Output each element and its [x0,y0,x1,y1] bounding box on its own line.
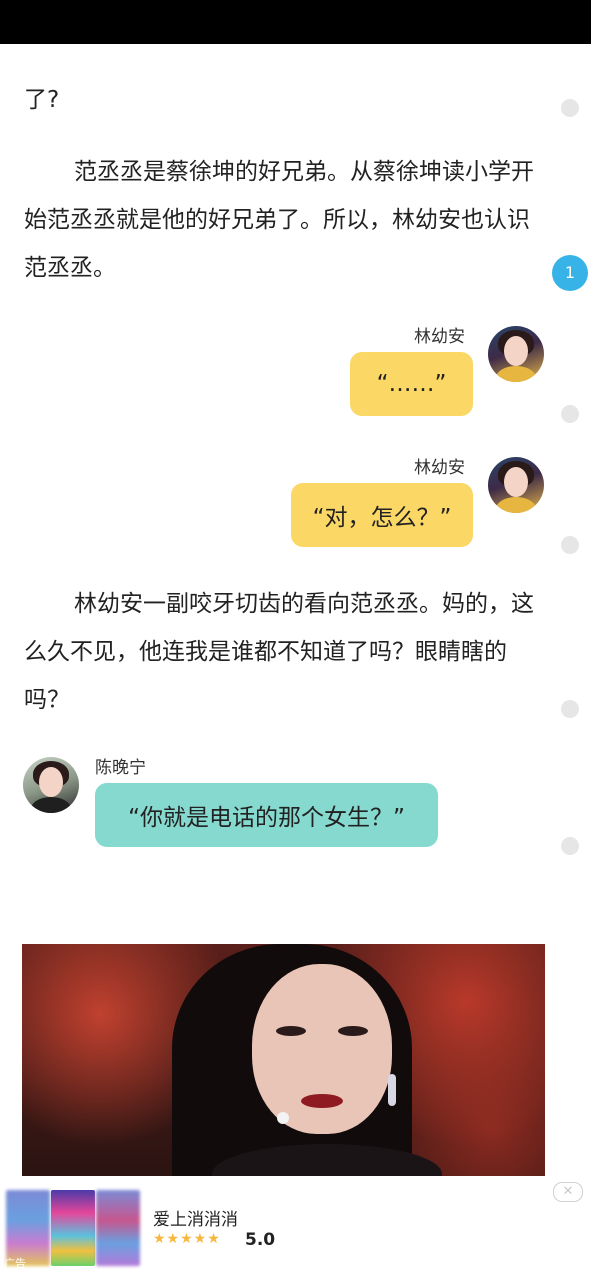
comment-marker-dot[interactable] [561,536,579,554]
ad-banner[interactable]: 广告 爱上消消消 ★★★★★ 5.0 ✕ [0,1176,591,1280]
ad-rating: 5.0 [245,1230,276,1250]
chat-bubble: “……” [350,352,473,416]
avatar[interactable] [488,457,544,513]
comment-count-badge[interactable]: 1 [552,255,588,291]
chat-bubble: “对，怎么？” [291,483,473,547]
comment-marker-dot[interactable] [561,837,579,855]
speaker-name: 林幼安 [414,458,465,478]
chat-bubble: “你就是电话的那个女生？” [95,783,438,847]
speaker-name: 林幼安 [414,327,465,347]
paragraph: 范丞丞是蔡徐坤的好兄弟。从蔡徐坤读小学开始范丞丞就是他的好兄弟了。所以，林幼安也… [24,159,534,281]
speaker-name: 陈晚宁 [95,758,146,778]
avatar[interactable] [488,326,544,382]
ad-thumbnail[interactable] [51,1190,95,1266]
star-rating-icon: ★★★★★ [153,1231,221,1247]
comment-marker-dot[interactable] [561,405,579,423]
paragraph: 了? [24,87,60,113]
avatar[interactable] [23,757,79,813]
paragraph: 林幼安一副咬牙切齿的看向范丞丞。妈的，这么久不见，他连我是谁都不知道了吗？眼睛瞎… [24,591,534,713]
ad-thumbnail[interactable] [96,1190,140,1266]
comment-marker-dot[interactable] [561,99,579,117]
close-icon[interactable]: ✕ [553,1182,583,1202]
ad-label: 广告 [4,1257,26,1270]
comment-marker-dot[interactable] [561,700,579,718]
ad-title[interactable]: 爱上消消消 [153,1205,238,1230]
story-illustration-image [22,944,545,1176]
status-bar [0,0,591,44]
